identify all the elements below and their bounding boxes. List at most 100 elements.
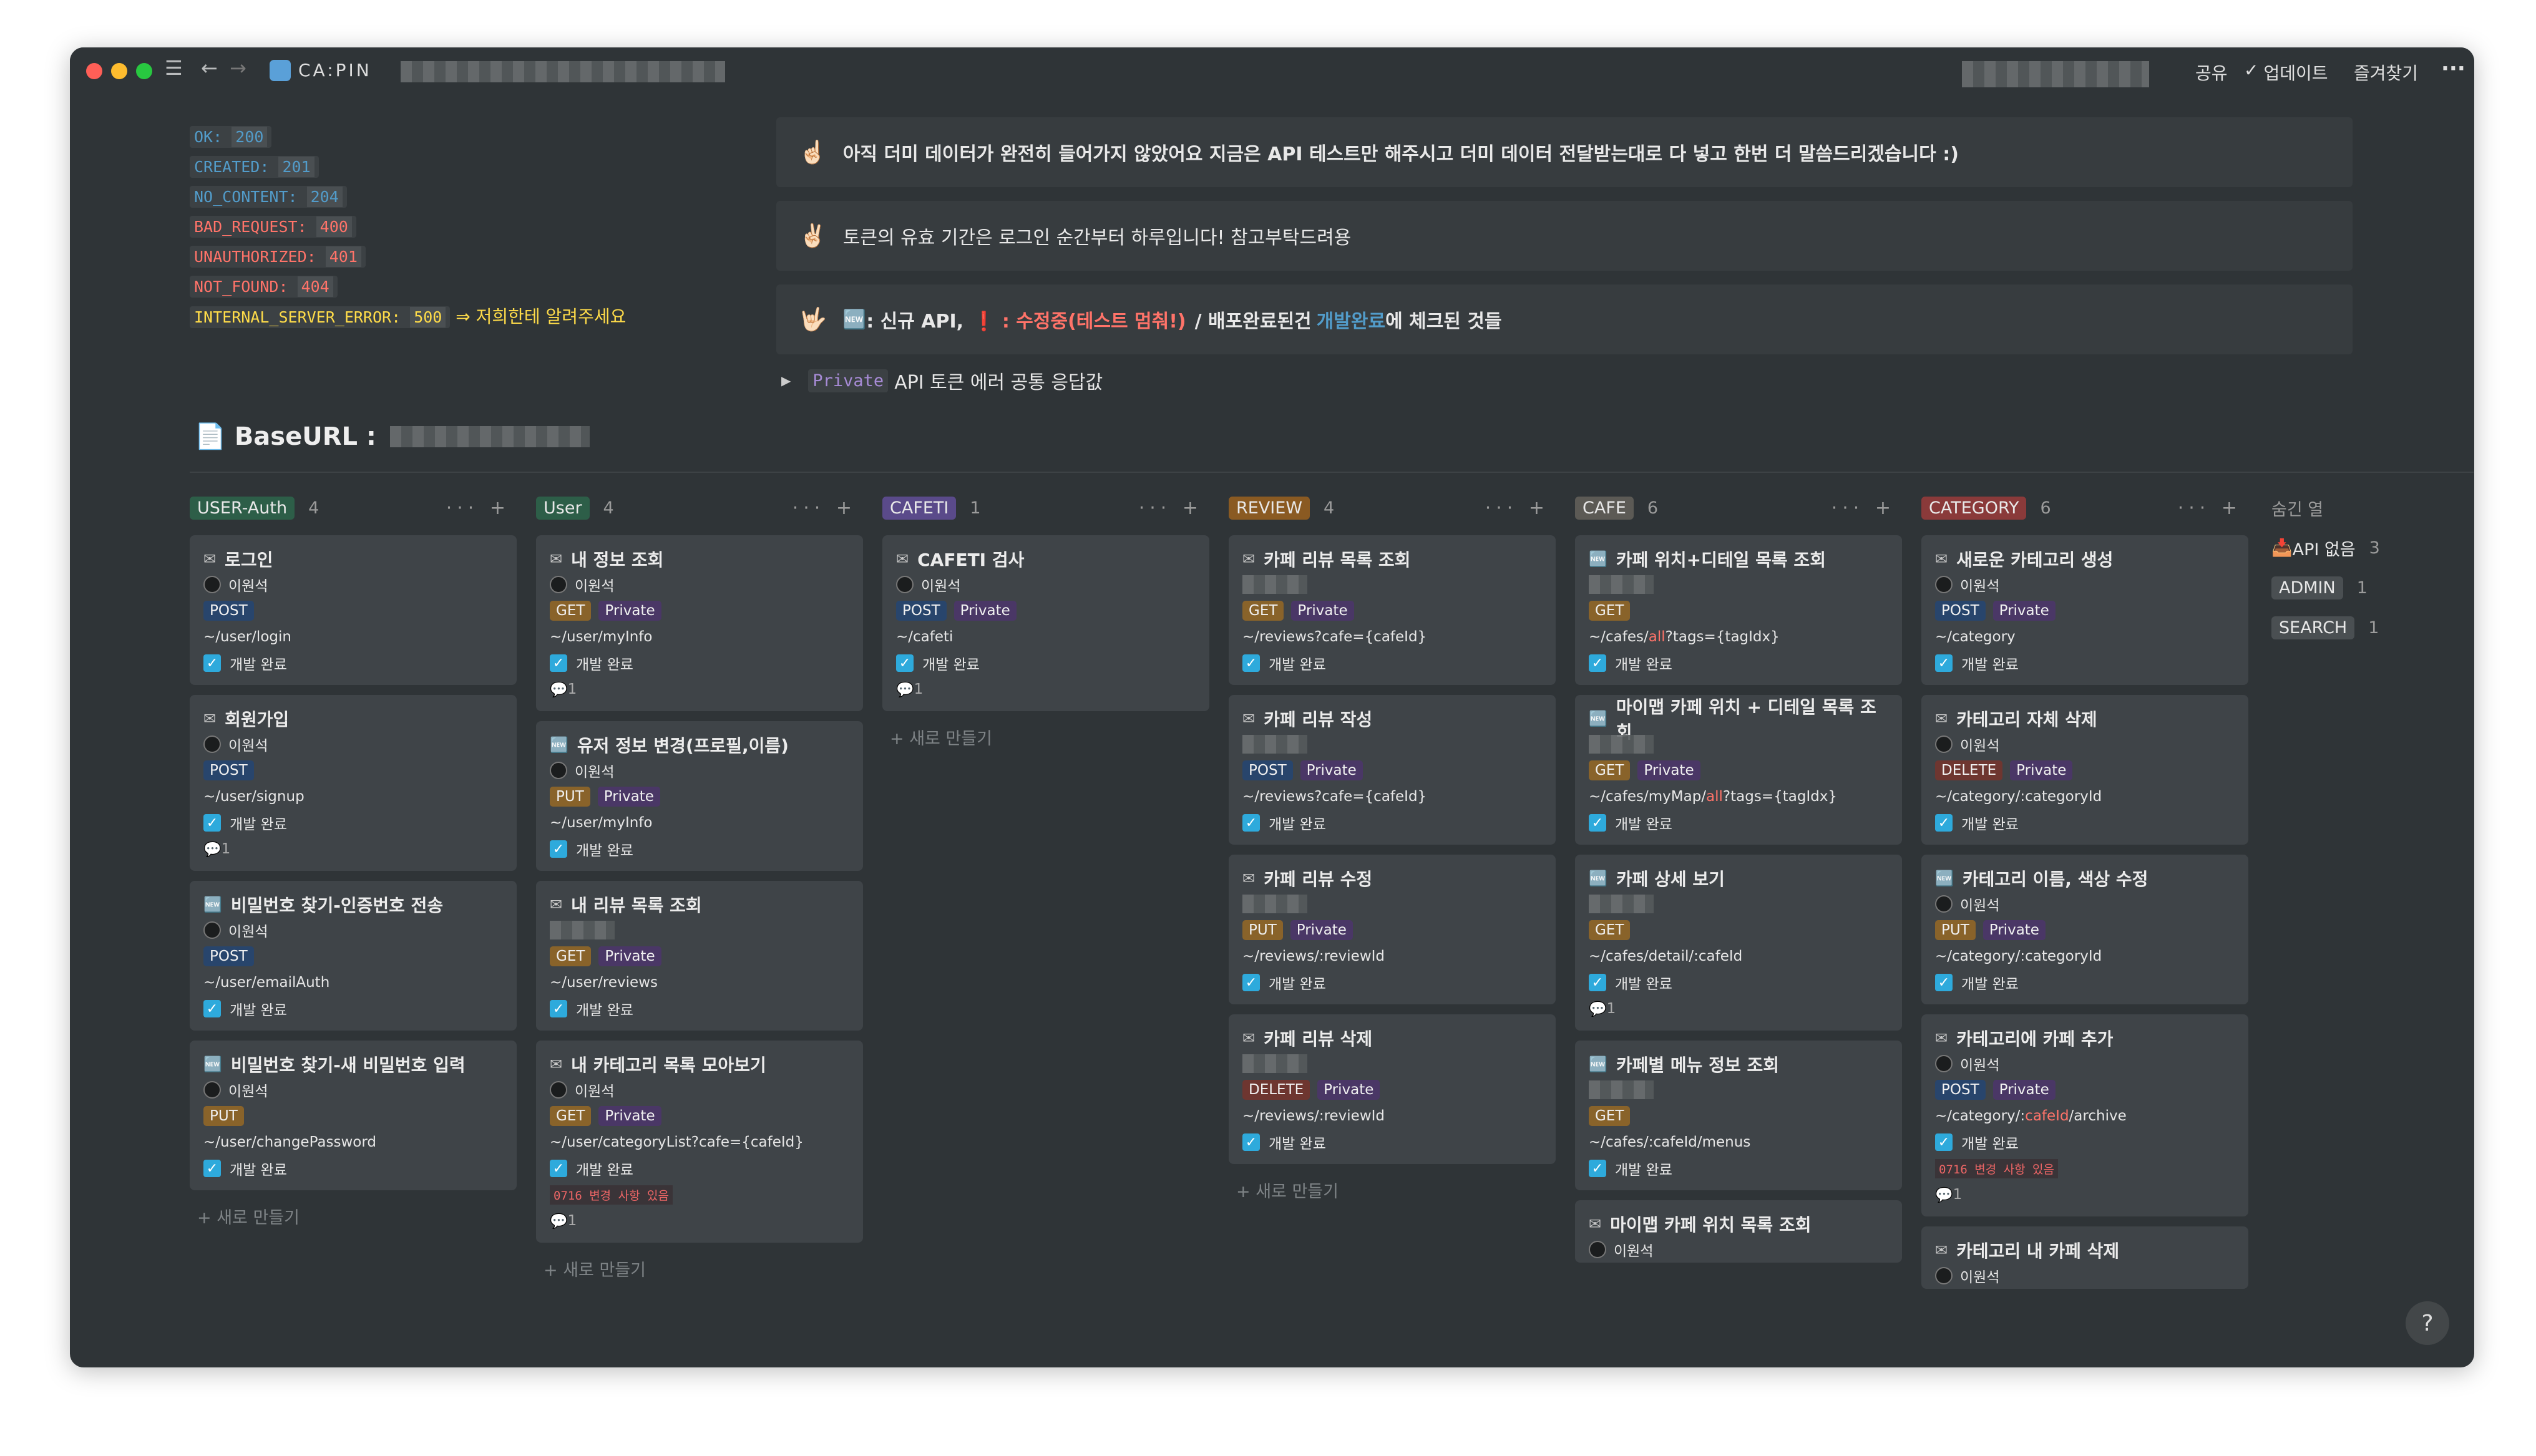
new-card-button[interactable]: + 새로 만들기 — [1229, 1178, 1556, 1202]
board-card[interactable]: 🆕 마이맵 카페 위치 + 디테일 목록 조회 GET Private ~/cafes/… — [1575, 695, 1902, 845]
minimize-window-button[interactable] — [111, 63, 127, 79]
legend-editing-text: ❗ : 수정중(테스트 멈춰!) — [972, 311, 1186, 332]
private-badge: Private — [597, 787, 660, 807]
checkbox-checked-icon[interactable]: ✓ — [203, 814, 221, 832]
favorites-button[interactable]: 즐겨찾기 — [2354, 60, 2418, 85]
board-card[interactable]: ✉ 카페 리뷰 수정 PUT Private ~/reviews/:reviewId ✓ 개… — [1229, 855, 1556, 1004]
card-url: ~/reviews?cafe={cafeId} — [1242, 789, 1427, 805]
checkbox-checked-icon[interactable]: ✓ — [1589, 1160, 1606, 1177]
column-actions-icon[interactable]: ··· + — [1831, 497, 1896, 519]
board-card[interactable]: ✉ CAFETI 검사 이원석 POST Private ~/cafeti ✓ 개발 완료 💬 … — [882, 535, 1209, 711]
author-name: 이원석 — [575, 1084, 615, 1100]
card-title: 🆕 유저 정보 변경(프로필,이름) — [550, 732, 849, 757]
comment-icon: 💬 — [550, 1213, 568, 1230]
checkbox-checked-icon[interactable]: ✓ — [550, 1160, 567, 1177]
column-tag[interactable]: CAFETI — [882, 496, 957, 520]
column-actions-icon[interactable]: ··· + — [446, 497, 510, 519]
forward-arrow-icon[interactable]: → — [230, 56, 246, 80]
checkbox-checked-icon[interactable]: ✓ — [203, 654, 221, 672]
board-card[interactable]: ✉ 카테고리 내 카페 삭제 이원석 — [1921, 1226, 2248, 1289]
board-card[interactable]: ✉ 카페 리뷰 목록 조회 GET Private ~/reviews?cafe={ca… — [1229, 535, 1556, 685]
checkbox-checked-icon[interactable]: ✓ — [550, 840, 567, 858]
column-actions-icon[interactable]: ··· + — [1139, 497, 1203, 519]
toggle-token-errors[interactable]: ▶ Private API 토큰 에러 공통 응답값 — [781, 367, 1103, 394]
column-actions-icon[interactable]: ··· + — [792, 497, 857, 519]
board-card[interactable]: 🆕 카페별 메뉴 정보 조회 GET ~/cafes/:cafeId/menus ✓ 개발… — [1575, 1041, 1902, 1190]
callout-dummy-data: ☝🏻 아직 더미 데이터가 완전히 들어가지 않았어요 지금은 API 테스트만… — [776, 117, 2353, 187]
checkbox-checked-icon[interactable]: ✓ — [203, 1000, 221, 1017]
column-actions-icon[interactable]: ··· + — [2178, 497, 2242, 519]
updates-button[interactable]: ✓ 업데이트 — [2244, 60, 2328, 85]
checkbox-checked-icon[interactable]: ✓ — [1935, 814, 1953, 832]
board-card[interactable]: ✉ 카페 리뷰 삭제 DELETE Private ~/reviews/:reviewI… — [1229, 1014, 1556, 1164]
checkbox-checked-icon[interactable]: ✓ — [896, 654, 914, 672]
more-options-icon[interactable]: ··· — [2441, 56, 2465, 81]
board-card[interactable]: 🆕 카테고리 이름, 색상 수정 이원석 PUT Private ~/category/:… — [1921, 855, 2248, 1004]
card-author: 이원석 — [896, 571, 1196, 598]
board-card[interactable]: ✉ 카테고리에 카페 추가 이원석 POST Private ~/category/: ca… — [1921, 1014, 2248, 1216]
board-card[interactable]: 🆕 비밀번호 찾기-인증번호 전송 이원석 POST ~/user/emailAuth ✓… — [190, 881, 517, 1031]
hidden-column-item[interactable]: SEARCH 1 — [2271, 610, 2434, 645]
avatar — [203, 1081, 221, 1099]
card-title: ✉ 카페 리뷰 목록 조회 — [1242, 546, 1542, 571]
column-actions-icon[interactable]: ··· + — [1485, 497, 1549, 519]
divider — [190, 472, 2474, 473]
board-card[interactable]: ✉ 내 카테고리 목록 모아보기 이원석 GET Private ~/user/categ… — [536, 1041, 863, 1243]
page-title[interactable]: CA:PIN — [298, 60, 372, 80]
checkbox-checked-icon[interactable]: ✓ — [1242, 654, 1260, 672]
board-card[interactable]: ✉ 로그인 이원석 POST ~/user/login ✓ 개발 완료 — [190, 535, 517, 685]
hidden-column-item[interactable]: ADMIN 1 — [2271, 570, 2434, 605]
column-tag[interactable]: User — [536, 496, 590, 520]
new-card-button[interactable]: + 새로 만들기 — [882, 725, 1209, 749]
help-button[interactable]: ? — [2406, 1301, 2449, 1345]
card-title-text: 회원가입 — [225, 709, 290, 730]
checkbox-checked-icon[interactable]: ✓ — [550, 654, 567, 672]
toggle-arrow-icon[interactable]: ▶ — [781, 373, 791, 388]
checkbox-checked-icon[interactable]: ✓ — [1242, 974, 1260, 991]
board-card[interactable]: ✉ 새로운 카테고리 생성 이원석 POST Private ~/category ✓ 개발 … — [1921, 535, 2248, 685]
checkbox-checked-icon[interactable]: ✓ — [1935, 974, 1953, 991]
checkbox-checked-icon[interactable]: ✓ — [203, 1160, 221, 1177]
comment-icon: 💬 — [550, 681, 568, 698]
board-card[interactable]: ✉ 회원가입 이원석 POST ~/user/signup ✓ 개발 완료 💬 1 — [190, 695, 517, 871]
new-card-button[interactable]: + 새로 만들기 — [190, 1204, 517, 1228]
back-arrow-icon[interactable]: ← — [201, 56, 218, 80]
checkbox-checked-icon[interactable]: ✓ — [1242, 814, 1260, 832]
maximize-window-button[interactable] — [136, 63, 152, 79]
board-card[interactable]: ✉ 카테고리 자체 삭제 이원석 DELETE Private ~/category/:c… — [1921, 695, 2248, 845]
avatar — [1935, 1055, 1953, 1072]
column-tag[interactable]: REVIEW — [1229, 496, 1310, 520]
mail-icon: ✉ — [550, 1056, 563, 1073]
card-done: ✓ 개발 완료 — [1935, 810, 2235, 836]
checkbox-checked-icon[interactable]: ✓ — [1935, 654, 1953, 672]
column-tag[interactable]: USER-Auth — [190, 496, 295, 520]
done-label: 개발 완료 — [230, 1002, 287, 1019]
done-label: 개발 완료 — [576, 657, 633, 673]
hidden-column-item[interactable]: 📥 API 없음 3 — [2271, 530, 2434, 565]
board-card[interactable]: ✉ 내 정보 조회 이원석 GET Private ~/user/myInfo ✓ 개발 완료… — [536, 535, 863, 711]
board-card[interactable]: 🆕 카페 상세 보기 GET ~/cafes/detail/:cafeId ✓ 개발 완료… — [1575, 855, 1902, 1031]
new-card-button[interactable]: + 새로 만들기 — [536, 1256, 863, 1281]
status-code-name: UNAUTHORIZED: 401 — [190, 246, 366, 268]
menu-icon[interactable]: ☰ — [165, 56, 183, 80]
board-card[interactable]: ✉ 카페 리뷰 작성 POST Private ~/reviews?cafe={cafe… — [1229, 695, 1556, 845]
board-card[interactable]: 🆕 카페 위치+디테일 목록 조회 GET ~/cafes/all ?tags={tag… — [1575, 535, 1902, 685]
status-code-value: 201 — [278, 157, 315, 177]
column-tag[interactable]: CAFE — [1575, 496, 1634, 520]
board-card[interactable]: 🆕 비밀번호 찾기-새 비밀번호 입력 이원석 PUT ~/user/changePas… — [190, 1041, 517, 1190]
checkbox-checked-icon[interactable]: ✓ — [1589, 654, 1606, 672]
checkbox-checked-icon[interactable]: ✓ — [1242, 1133, 1260, 1151]
column-tag[interactable]: CATEGORY — [1921, 496, 2027, 520]
card-title: 🆕 카페별 메뉴 정보 조회 — [1589, 1052, 1888, 1077]
checkbox-checked-icon[interactable]: ✓ — [1589, 974, 1606, 991]
checkbox-checked-icon[interactable]: ✓ — [550, 1000, 567, 1017]
board-card[interactable]: ✉ 내 리뷰 목록 조회 GET Private ~/user/reviews ✓ 개발 완… — [536, 881, 863, 1031]
close-window-button[interactable] — [86, 63, 102, 79]
board-card[interactable]: 🆕 유저 정보 변경(프로필,이름) 이원석 PUT Private ~/user/myI… — [536, 721, 863, 871]
checkbox-checked-icon[interactable]: ✓ — [1589, 814, 1606, 832]
checkbox-checked-icon[interactable]: ✓ — [1935, 1133, 1953, 1151]
card-done: ✓ 개발 완료 — [550, 1155, 849, 1182]
board-card[interactable]: ✉마이맵 카페 위치 목록 조회이원석GETPrivate — [1575, 1200, 1902, 1263]
done-label: 개발 완료 — [922, 657, 980, 673]
share-button[interactable]: 공유 — [2195, 60, 2228, 85]
